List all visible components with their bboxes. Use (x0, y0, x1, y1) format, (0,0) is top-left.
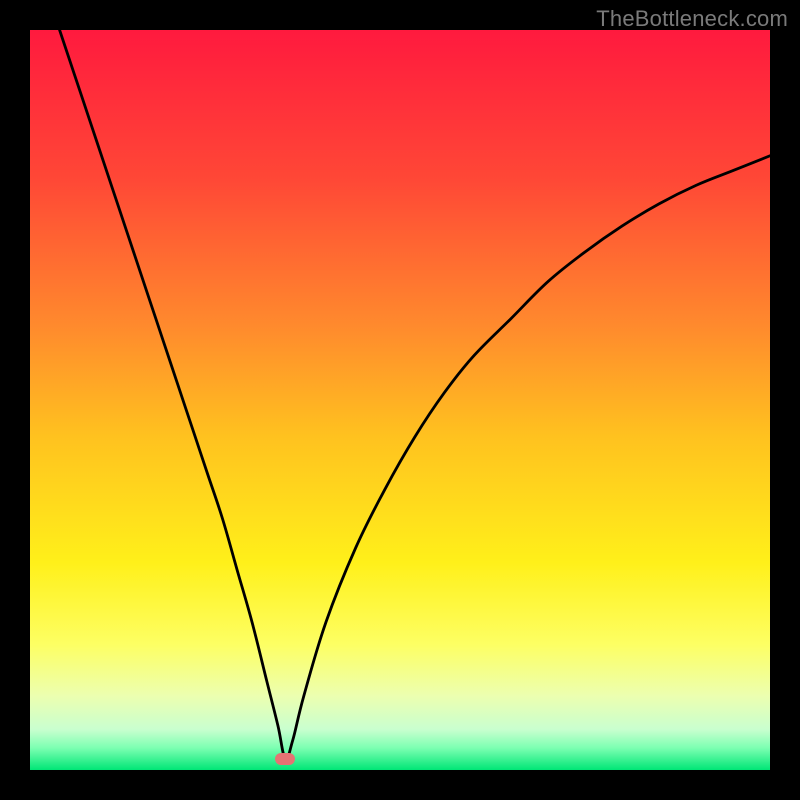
attribution-watermark: TheBottleneck.com (596, 6, 788, 32)
chart-frame: TheBottleneck.com (0, 0, 800, 800)
plot-area (30, 30, 770, 770)
optimal-point-marker (275, 753, 295, 765)
bottleneck-curve (30, 30, 770, 770)
